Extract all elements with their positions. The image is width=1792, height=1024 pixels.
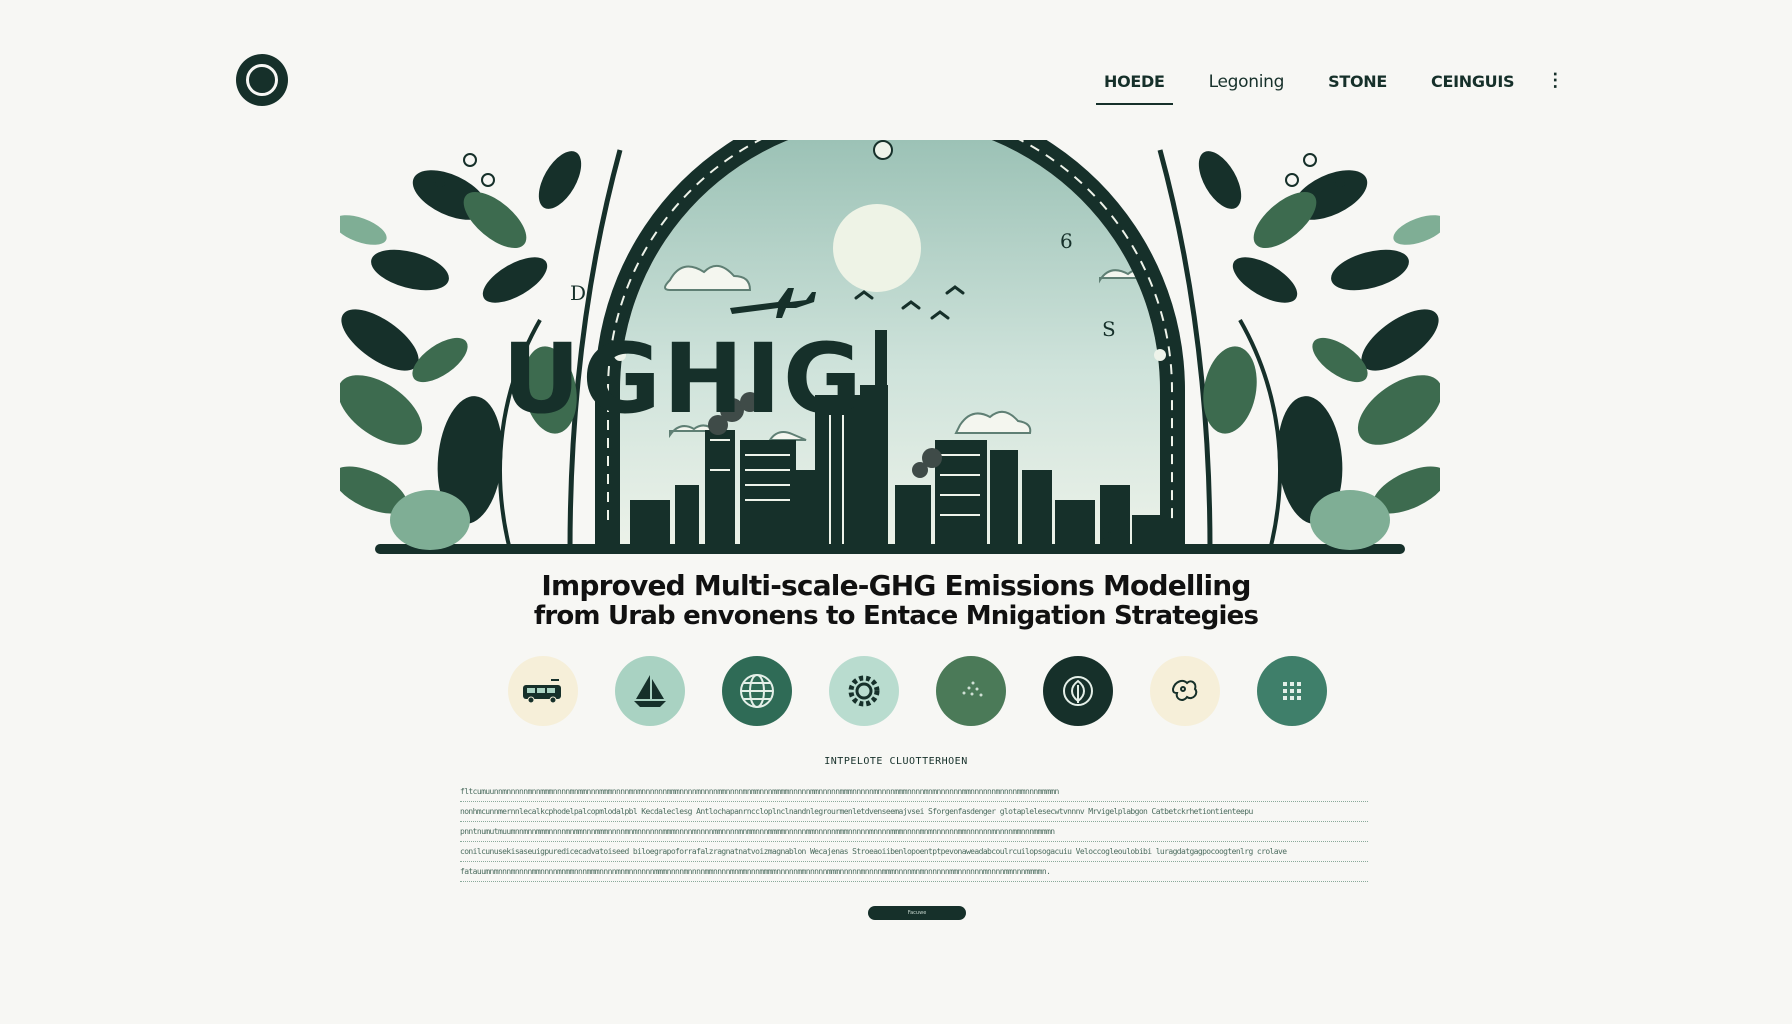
arch-mark-6: 5 bbox=[1100, 521, 1113, 545]
paragraph-line-2: nonhmcunnmernnlecalkcphodelpalcopmlodalp… bbox=[460, 802, 1368, 822]
icon-button-grid[interactable] bbox=[1257, 656, 1327, 726]
leaf-icon bbox=[1063, 676, 1093, 706]
logo-ring-icon bbox=[246, 64, 278, 96]
nav-item-stone[interactable]: STONE bbox=[1324, 60, 1391, 105]
icon-button-hills[interactable] bbox=[936, 656, 1006, 726]
paragraph-line-3: pnntnumutmuumnnmnnmmmnnnnmnmmnnnmmmnnnnm… bbox=[460, 822, 1368, 842]
sailboat-icon bbox=[634, 675, 666, 707]
nav-item-legoning[interactable]: Legoning bbox=[1205, 60, 1289, 106]
paragraph-line-4: conilcunusekisaseuigpuredicecadvatoiseed… bbox=[460, 842, 1368, 862]
sun-icon bbox=[833, 204, 921, 292]
nav-item-ceinguis[interactable]: CEINGUIS bbox=[1427, 60, 1518, 105]
grid-dots-icon bbox=[1283, 682, 1301, 700]
icon-button-bus[interactable] bbox=[508, 656, 578, 726]
paragraph-line-5: fatauumnmnnnmnnnnmmnnnnmnmmnnnmmmnnnnmnm… bbox=[460, 862, 1368, 882]
headline-line-1: Improved Multi-scale-GHG Emissions Model… bbox=[541, 569, 1251, 602]
leaves-right-icon bbox=[1157, 149, 1440, 551]
icon-button-gear[interactable] bbox=[829, 656, 899, 726]
world-map-icon bbox=[1171, 680, 1198, 701]
logo[interactable] bbox=[236, 54, 288, 106]
headline: Improved Multi-scale-GHG Emissions Model… bbox=[0, 570, 1792, 632]
globe-icon bbox=[740, 674, 774, 708]
icon-button-sailboat[interactable] bbox=[615, 656, 685, 726]
body-paragraph: fltcumuunnmnnnnnmnnmmmnnnnmnmmnnnmmmnnnn… bbox=[460, 782, 1368, 882]
section-label: INTPELOTE CLUOTTERHOEN bbox=[824, 756, 968, 767]
more-vertical-icon[interactable]: ⋮ bbox=[1546, 60, 1564, 91]
icon-button-globe[interactable] bbox=[722, 656, 792, 726]
arch-mark-1: D bbox=[570, 281, 586, 305]
top-nav: HOEDE Legoning STONE CEINGUIS ⋮ bbox=[1096, 60, 1570, 110]
paragraph-line-1: fltcumuunnmnnnnnmnnmmmnnnnmnmmnnnmmmnnnn… bbox=[460, 782, 1368, 802]
arch-mark-4: 9 bbox=[595, 481, 608, 505]
hills-icon bbox=[962, 681, 983, 697]
hero-title: UGHIG bbox=[502, 323, 864, 435]
cta-button[interactable]: Facuwe bbox=[868, 906, 966, 920]
feature-icons bbox=[508, 656, 1328, 726]
icon-button-world-map[interactable] bbox=[1150, 656, 1220, 726]
arch-mark-2: 6 bbox=[1060, 229, 1073, 253]
nav-item-hoede[interactable]: HOEDE bbox=[1096, 60, 1173, 105]
icon-button-leaf[interactable] bbox=[1043, 656, 1113, 726]
arch-mark-3: S bbox=[1102, 317, 1116, 341]
headline-line-2: from Urab envonens to Entace Mnigation S… bbox=[533, 601, 1259, 631]
gear-icon bbox=[848, 675, 880, 707]
bus-icon bbox=[523, 679, 561, 704]
